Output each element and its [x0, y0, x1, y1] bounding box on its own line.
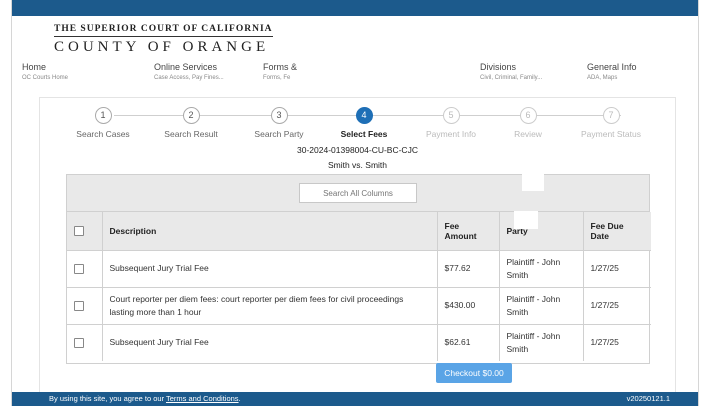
nav-forms-title: Forms &	[263, 62, 298, 72]
table-header-row: Description Fee Amount Party Fee Due Dat…	[67, 211, 651, 250]
step-2-circle: 2	[182, 107, 200, 124]
row-party: Plaintiff - John Smith	[498, 323, 583, 361]
step-payment-info: 5 Payment Info	[411, 107, 491, 139]
table-row: Court reporter per diem fees: court repo…	[67, 286, 651, 324]
step-4-label: Select Fees	[340, 129, 388, 139]
footer-text-after: .	[238, 394, 241, 403]
step-5-circle: 5	[442, 107, 460, 124]
step-1-circle: 1	[94, 107, 112, 124]
row-select-cell	[67, 249, 102, 287]
nav-divisions[interactable]: Divisions Civil, Criminal, Family...	[480, 62, 542, 81]
page: THE SUPERIOR COURT OF CALIFORNIA COUNTY …	[11, 0, 699, 406]
step-3-circle: 3	[270, 107, 288, 124]
fee-selection-panel: 1 Search Cases 2 Search Result 3 Search …	[39, 97, 676, 397]
step-2-label: Search Result	[164, 129, 218, 139]
row-select-cell	[67, 286, 102, 324]
row-due-date: 1/27/25	[582, 323, 651, 361]
step-1-label: Search Cases	[76, 129, 130, 139]
step-search-result[interactable]: 2 Search Result	[151, 107, 231, 139]
nav-general-info-sub: ADA, Maps	[587, 75, 618, 81]
nav-home[interactable]: Home OC Courts Home	[22, 62, 68, 81]
step-6-label: Review	[514, 129, 542, 139]
step-review: 6 Review	[488, 107, 568, 139]
row-description: Court reporter per diem fees: court repo…	[101, 286, 437, 324]
step-4-circle: 4	[355, 107, 373, 124]
footer-bar: By using this site, you agree to our Ter…	[12, 392, 698, 406]
row-amount: $430.00	[436, 286, 499, 324]
logo-line-2: COUNTY OF ORANGE	[54, 39, 270, 55]
select-all-cell	[67, 212, 102, 250]
nav-online-services[interactable]: Online Services Case Access, Pay Fines..…	[154, 62, 224, 81]
search-all-columns-input[interactable]	[299, 183, 417, 203]
nav-online-services-sub: Case Access, Pay Fines...	[154, 75, 224, 81]
version-label: v20250121.1	[626, 394, 670, 403]
step-select-fees[interactable]: 4 Select Fees	[324, 107, 404, 139]
table-row: Subsequent Jury Trial Fee $77.62 Plainti…	[67, 249, 651, 287]
step-7-label: Payment Status	[580, 129, 641, 139]
step-7-circle: 7	[602, 107, 620, 124]
row-due-date: 1/27/25	[582, 286, 651, 324]
step-search-cases[interactable]: 1 Search Cases	[63, 107, 143, 139]
footer-terms-text: By using this site, you agree to our Ter…	[49, 392, 241, 406]
fees-grid: Description Fee Amount Party Fee Due Dat…	[67, 211, 651, 361]
header-party[interactable]: Party	[498, 211, 583, 250]
court-logo[interactable]: THE SUPERIOR COURT OF CALIFORNIA COUNTY …	[54, 24, 273, 56]
row-description: Subsequent Jury Trial Fee	[101, 323, 437, 361]
terms-and-conditions-link[interactable]: Terms and Conditions	[166, 394, 239, 403]
step-6-circle: 6	[519, 107, 537, 124]
row-checkbox[interactable]	[74, 300, 84, 311]
nav-home-title: Home	[22, 62, 47, 72]
step-3-label: Search Party	[254, 129, 304, 139]
header-fee-amount[interactable]: Fee Amount	[436, 212, 499, 250]
main-nav: Home OC Courts Home Online Services Case…	[12, 62, 698, 92]
nav-home-sub: OC Courts Home	[22, 75, 69, 81]
checkout-button[interactable]: Checkout $0.00	[436, 363, 512, 383]
logo-line-1: THE SUPERIOR COURT OF CALIFORNIA	[54, 24, 273, 37]
nav-online-services-title: Online Services	[154, 62, 218, 72]
nav-general-info[interactable]: General Info ADA, Maps	[587, 62, 637, 81]
step-payment-status: 7 Payment Status	[571, 107, 651, 139]
nav-divisions-title: Divisions	[480, 62, 517, 72]
footer-text-before: By using this site, you agree to our	[49, 394, 167, 403]
row-checkbox[interactable]	[74, 263, 84, 274]
header-description[interactable]: Description	[101, 212, 437, 250]
nav-general-info-title: General Info	[587, 62, 637, 72]
row-amount: $62.61	[436, 323, 499, 361]
table-row: Subsequent Jury Trial Fee $62.61 Plainti…	[67, 323, 651, 361]
row-description: Subsequent Jury Trial Fee	[101, 249, 437, 287]
table-search-bar	[67, 173, 649, 212]
case-number: 30-2024-01398004-CU-BC-CJC	[297, 145, 418, 155]
row-amount: $77.62	[436, 249, 499, 287]
nav-forms[interactable]: Forms & Forms, Fe	[263, 62, 297, 81]
row-due-date: 1/27/25	[582, 249, 651, 287]
nav-divisions-sub: Civil, Criminal, Family...	[480, 75, 543, 81]
top-strip	[12, 0, 698, 16]
header-fee-due-date[interactable]: Fee Due Date	[582, 212, 651, 250]
row-party: Plaintiff - John Smith	[498, 249, 583, 287]
redacted-block	[513, 211, 538, 229]
step-5-label: Payment Info	[425, 129, 477, 139]
redacted-block	[522, 173, 544, 191]
fees-table: Description Fee Amount Party Fee Due Dat…	[66, 173, 651, 364]
select-all-checkbox[interactable]	[74, 226, 84, 237]
case-title: Smith vs. Smith	[327, 160, 388, 170]
row-checkbox[interactable]	[74, 338, 84, 348]
row-select-cell	[67, 323, 102, 361]
progress-stepper: 1 Search Cases 2 Search Result 3 Search …	[40, 107, 675, 147]
step-search-party[interactable]: 3 Search Party	[239, 107, 319, 139]
row-party: Plaintiff - John Smith	[498, 286, 583, 324]
nav-forms-sub: Forms, Fe	[263, 75, 291, 81]
